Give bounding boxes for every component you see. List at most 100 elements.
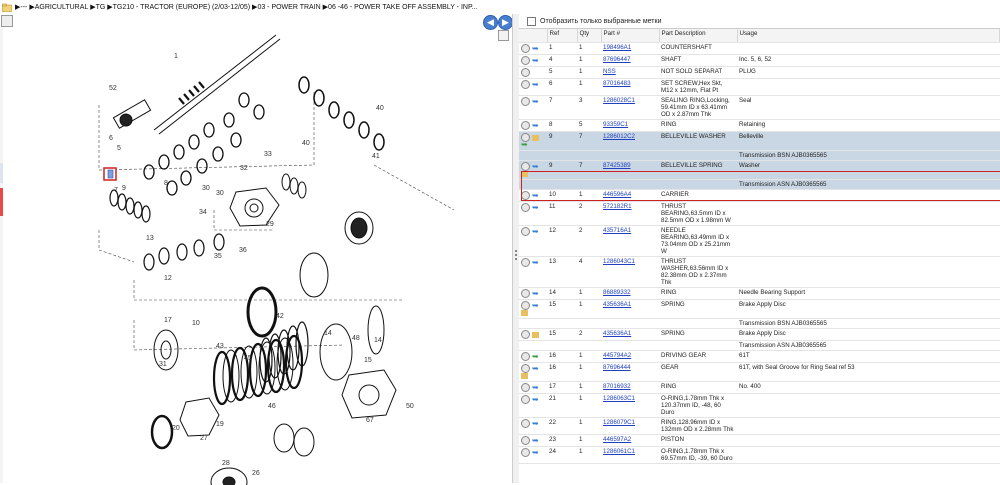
select-circle-icon[interactable] — [521, 364, 530, 373]
part-number-link[interactable]: 198496A1 — [603, 44, 631, 51]
part-number-link[interactable]: 93359C1 — [603, 121, 628, 128]
add-to-cart-icon[interactable]: ➥ — [532, 258, 540, 266]
part-number-link[interactable]: 87696444 — [603, 364, 631, 371]
callout-label[interactable]: 7 — [114, 187, 118, 194]
select-circle-icon[interactable] — [521, 301, 530, 310]
part-number-link[interactable]: 435636A1 — [603, 330, 631, 337]
select-circle-icon[interactable] — [521, 289, 530, 298]
part-number-link[interactable]: 435716A1 — [603, 227, 631, 234]
kit-icon[interactable] — [521, 373, 528, 380]
callout-label[interactable]: 19 — [216, 421, 224, 428]
select-circle-icon[interactable] — [521, 436, 530, 445]
table-row[interactable]: ➥ 7 3 1286028C1 SEALING RING,Locking, 59.41m… — [519, 95, 1000, 120]
table-row[interactable]: ➥ 8 5 93359C1 RING Retaining — [519, 119, 1000, 132]
table-row[interactable]: ➥ 17 1 87016932 RING No. 400 — [519, 381, 1000, 394]
add-to-cart-icon[interactable]: ➥ — [532, 162, 540, 170]
part-number-link[interactable]: 87425389 — [603, 162, 631, 169]
column-header-0[interactable] — [519, 29, 548, 43]
part-number-link[interactable]: NSS — [603, 68, 616, 75]
callout-label[interactable]: 27 — [200, 435, 208, 442]
part-number-link[interactable]: 87016483 — [603, 80, 631, 87]
select-circle-icon[interactable] — [521, 121, 530, 130]
table-row[interactable]: ➥ 21 1 1286063C1 O-RING,1.78mm Thk x 120.37m… — [519, 393, 1000, 418]
table-row[interactable]: ➥ 24 1 1286061C1 O-RING,1.78mm Thk x 69.57mm… — [519, 446, 1000, 464]
kit-icon[interactable] — [532, 331, 539, 338]
callout-label[interactable]: 20 — [172, 425, 180, 432]
part-number-link[interactable]: 435636A1 — [603, 301, 631, 308]
add-to-cart-icon[interactable]: ➥ — [532, 289, 540, 297]
callout-label[interactable]: 35 — [214, 253, 222, 260]
table-row[interactable]: ➥ 9 7 87425389 BELLEVILLE SPRING Washer — [519, 160, 1000, 180]
callout-label[interactable]: 6 — [109, 135, 113, 142]
part-number-link[interactable]: 445794A2 — [603, 352, 631, 359]
table-row[interactable]: ➥ 14 1 86889332 RING Needle Bearing Support — [519, 287, 1000, 300]
part-number-link[interactable]: 1286028C1 — [603, 97, 635, 104]
part-number-link[interactable]: 572182R1 — [603, 203, 632, 210]
part-number-link[interactable]: 1286012C2 — [603, 133, 635, 140]
callout-label[interactable]: 30 — [202, 185, 210, 192]
callout-label[interactable]: 32 — [240, 165, 248, 172]
table-row[interactable]: ➥ 22 1 1286079C1 RING,128.96mm ID x 132mm OD… — [519, 417, 1000, 435]
table-row[interactable]: ➥ 1 1 198496A1 COUNTERSHAFT — [519, 42, 1000, 55]
column-header-2[interactable]: Qty — [577, 29, 602, 43]
table-row[interactable]: Transmission BSN AJB0365565 — [519, 150, 1000, 161]
select-circle-icon[interactable] — [521, 68, 530, 77]
add-to-cart-icon[interactable]: ➥ — [532, 395, 540, 403]
table-row[interactable]: Transmission ASN AJB0365565 — [519, 340, 1000, 351]
select-circle-icon[interactable] — [521, 162, 530, 171]
select-circle-icon[interactable] — [521, 258, 530, 267]
add-to-cart-icon[interactable]: ➥ — [532, 227, 540, 235]
part-number-link[interactable]: 1286079C1 — [603, 419, 635, 426]
table-row[interactable]: ➥ 12 2 435716A1 NEEDLE BEARING,63.49mm ID x … — [519, 225, 1000, 257]
replacement-icon[interactable]: ➥ — [532, 352, 540, 360]
callout-label[interactable]: 41 — [372, 153, 380, 160]
breadcrumb-item-2[interactable]: TG — [96, 4, 106, 11]
breadcrumb-item-3[interactable]: TG210 - TRACTOR (EUROPE) (2/03-12/05) — [113, 4, 250, 11]
replacement-icon[interactable]: ➥ — [521, 141, 529, 149]
part-number-link[interactable]: 1286043C1 — [603, 258, 635, 265]
callout-label[interactable]: 14 — [324, 330, 332, 337]
add-to-cart-icon[interactable]: ➥ — [532, 97, 540, 105]
breadcrumb-item-4[interactable]: 03 - POWER TRAIN — [257, 4, 320, 11]
select-circle-icon[interactable] — [521, 203, 530, 212]
select-circle-icon[interactable] — [521, 56, 530, 65]
callout-label[interactable]: 29 — [266, 221, 274, 228]
callout-label[interactable]: 13 — [146, 235, 154, 242]
table-row[interactable]: ➥ 23 1 446597A2 PISTON — [519, 434, 1000, 447]
column-header-1[interactable]: Ref — [547, 29, 578, 43]
table-row[interactable]: ➥ 15 1 435636A1 SPRING Brake Apply Disc — [519, 299, 1000, 319]
callout-label[interactable]: 12 — [164, 275, 172, 282]
callout-label[interactable]: 1 — [174, 53, 178, 60]
callout-label[interactable]: 43 — [216, 343, 224, 350]
breadcrumb-item-0[interactable]: --- — [20, 4, 27, 11]
part-number-link[interactable]: 446597A2 — [603, 436, 631, 443]
select-circle-icon[interactable] — [521, 383, 530, 392]
callout-label[interactable]: 52 — [109, 85, 117, 92]
callout-label[interactable]: 45 — [244, 355, 252, 362]
callout-label[interactable]: 46 — [268, 403, 276, 410]
callout-label[interactable]: 10 — [192, 320, 200, 327]
part-number-link[interactable]: 87696447 — [603, 56, 631, 63]
breadcrumb-item-1[interactable]: AGRICULTURAL — [35, 4, 89, 11]
add-to-cart-icon[interactable]: ➥ — [532, 383, 540, 391]
add-to-cart-icon[interactable]: ➥ — [532, 121, 540, 129]
column-header-5[interactable]: Usage — [737, 29, 1000, 43]
add-to-cart-icon[interactable]: ➥ — [532, 419, 540, 427]
callout-label[interactable]: 15 — [364, 357, 372, 364]
part-number-link[interactable]: 1286063C1 — [603, 395, 635, 402]
add-to-cart-icon[interactable]: ➥ — [532, 191, 540, 199]
callout-label[interactable]: 31 — [159, 361, 167, 368]
select-circle-icon[interactable] — [521, 80, 530, 89]
add-to-cart-icon[interactable]: ➥ — [532, 56, 540, 64]
table-row[interactable]: Transmission ASN AJB0365565 — [519, 179, 1000, 190]
select-circle-icon[interactable] — [521, 227, 530, 236]
callout-label[interactable]: 40 — [302, 140, 310, 147]
callout-label[interactable]: 26 — [252, 470, 260, 477]
part-number-link[interactable]: 446596A4 — [603, 191, 631, 198]
next-diagram-button[interactable]: ▶ — [498, 15, 513, 30]
callout-label[interactable]: 50 — [406, 403, 414, 410]
fit-view-button[interactable] — [1, 15, 13, 27]
select-circle-icon[interactable] — [521, 419, 530, 428]
callout-label[interactable]: 17 — [164, 317, 172, 324]
callout-label[interactable]: 67 — [366, 417, 374, 424]
